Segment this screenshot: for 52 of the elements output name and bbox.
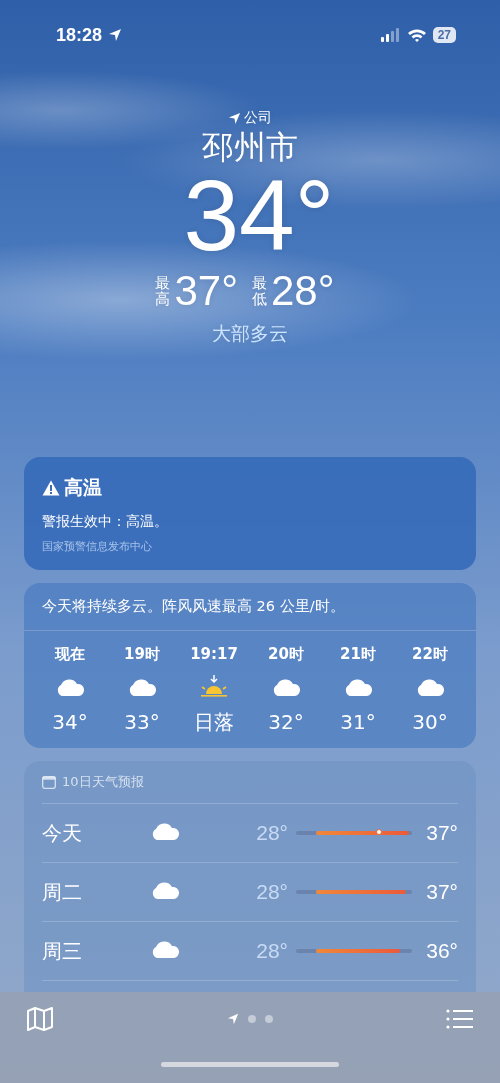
page-dot[interactable] [265,1015,273,1023]
hour-label: 22时 [412,645,448,664]
warning-icon [42,480,60,496]
high-temperature: 36° [426,939,458,963]
map-icon[interactable] [26,1006,54,1032]
day-label: 周三 [42,937,83,965]
location-arrow-icon [228,111,241,125]
low-temperature: 28° [255,821,288,845]
page-dot[interactable] [248,1015,256,1023]
calendar-icon [42,775,56,789]
alert-source: 国家预警信息发布中心 [42,539,153,554]
low-temperature: 28° [255,880,288,904]
hour-label: 21时 [340,645,376,664]
alert-message: 警报生效中：高温。 [42,513,169,531]
hour-label: 现在 [55,645,85,664]
location-label: 公司 [244,109,272,127]
city-name: 邳州市 [202,127,298,167]
low-temperature: 28° [255,939,288,963]
high-temperature: 37° [426,821,458,845]
cloud-icon [150,940,180,958]
wifi-icon [406,28,427,42]
hour-temperature: 31° [340,710,376,734]
high-label: 最高 [155,274,171,308]
sunset-icon [198,675,230,697]
day-label: 周二 [42,878,83,906]
cloud-icon [150,822,180,840]
location-page-indicator[interactable] [227,1013,239,1025]
forecast-title: 10日天气预报 [62,773,144,791]
battery-indicator: 27 [432,27,456,43]
hour-temperature: 32° [268,710,304,734]
signal-icon [380,28,401,42]
list-icon[interactable] [446,1008,474,1030]
location-arrow-icon [108,28,123,42]
low-temperature: 28° [271,267,335,315]
hour-temperature: 34° [52,710,88,734]
alert-title: 高温 [64,475,102,500]
hour-label: 20时 [268,645,304,664]
alert-card[interactable]: 高温 警报生效中：高温。 国家预警信息发布中心 [24,457,476,570]
hour-label: 19时 [124,645,160,664]
high-temperature: 37° [174,267,238,315]
current-temperature: 34° [182,167,335,263]
low-label: 最低 [252,274,267,308]
high-temperature: 37° [426,880,458,904]
hour-temperature: 33° [124,710,160,734]
day-label: 今天 [42,819,83,847]
weather-condition: 大部多云 [212,321,288,346]
hour-temperature: 30° [412,710,448,734]
status-time: 18:28 [56,24,103,46]
forecast-summary: 今天将持续多云。阵风风速最高 26 公里/时。 [24,597,476,631]
cloud-icon [150,881,180,899]
hour-temperature: 日落 [194,709,234,736]
hour-label: 19:17 [190,645,238,663]
